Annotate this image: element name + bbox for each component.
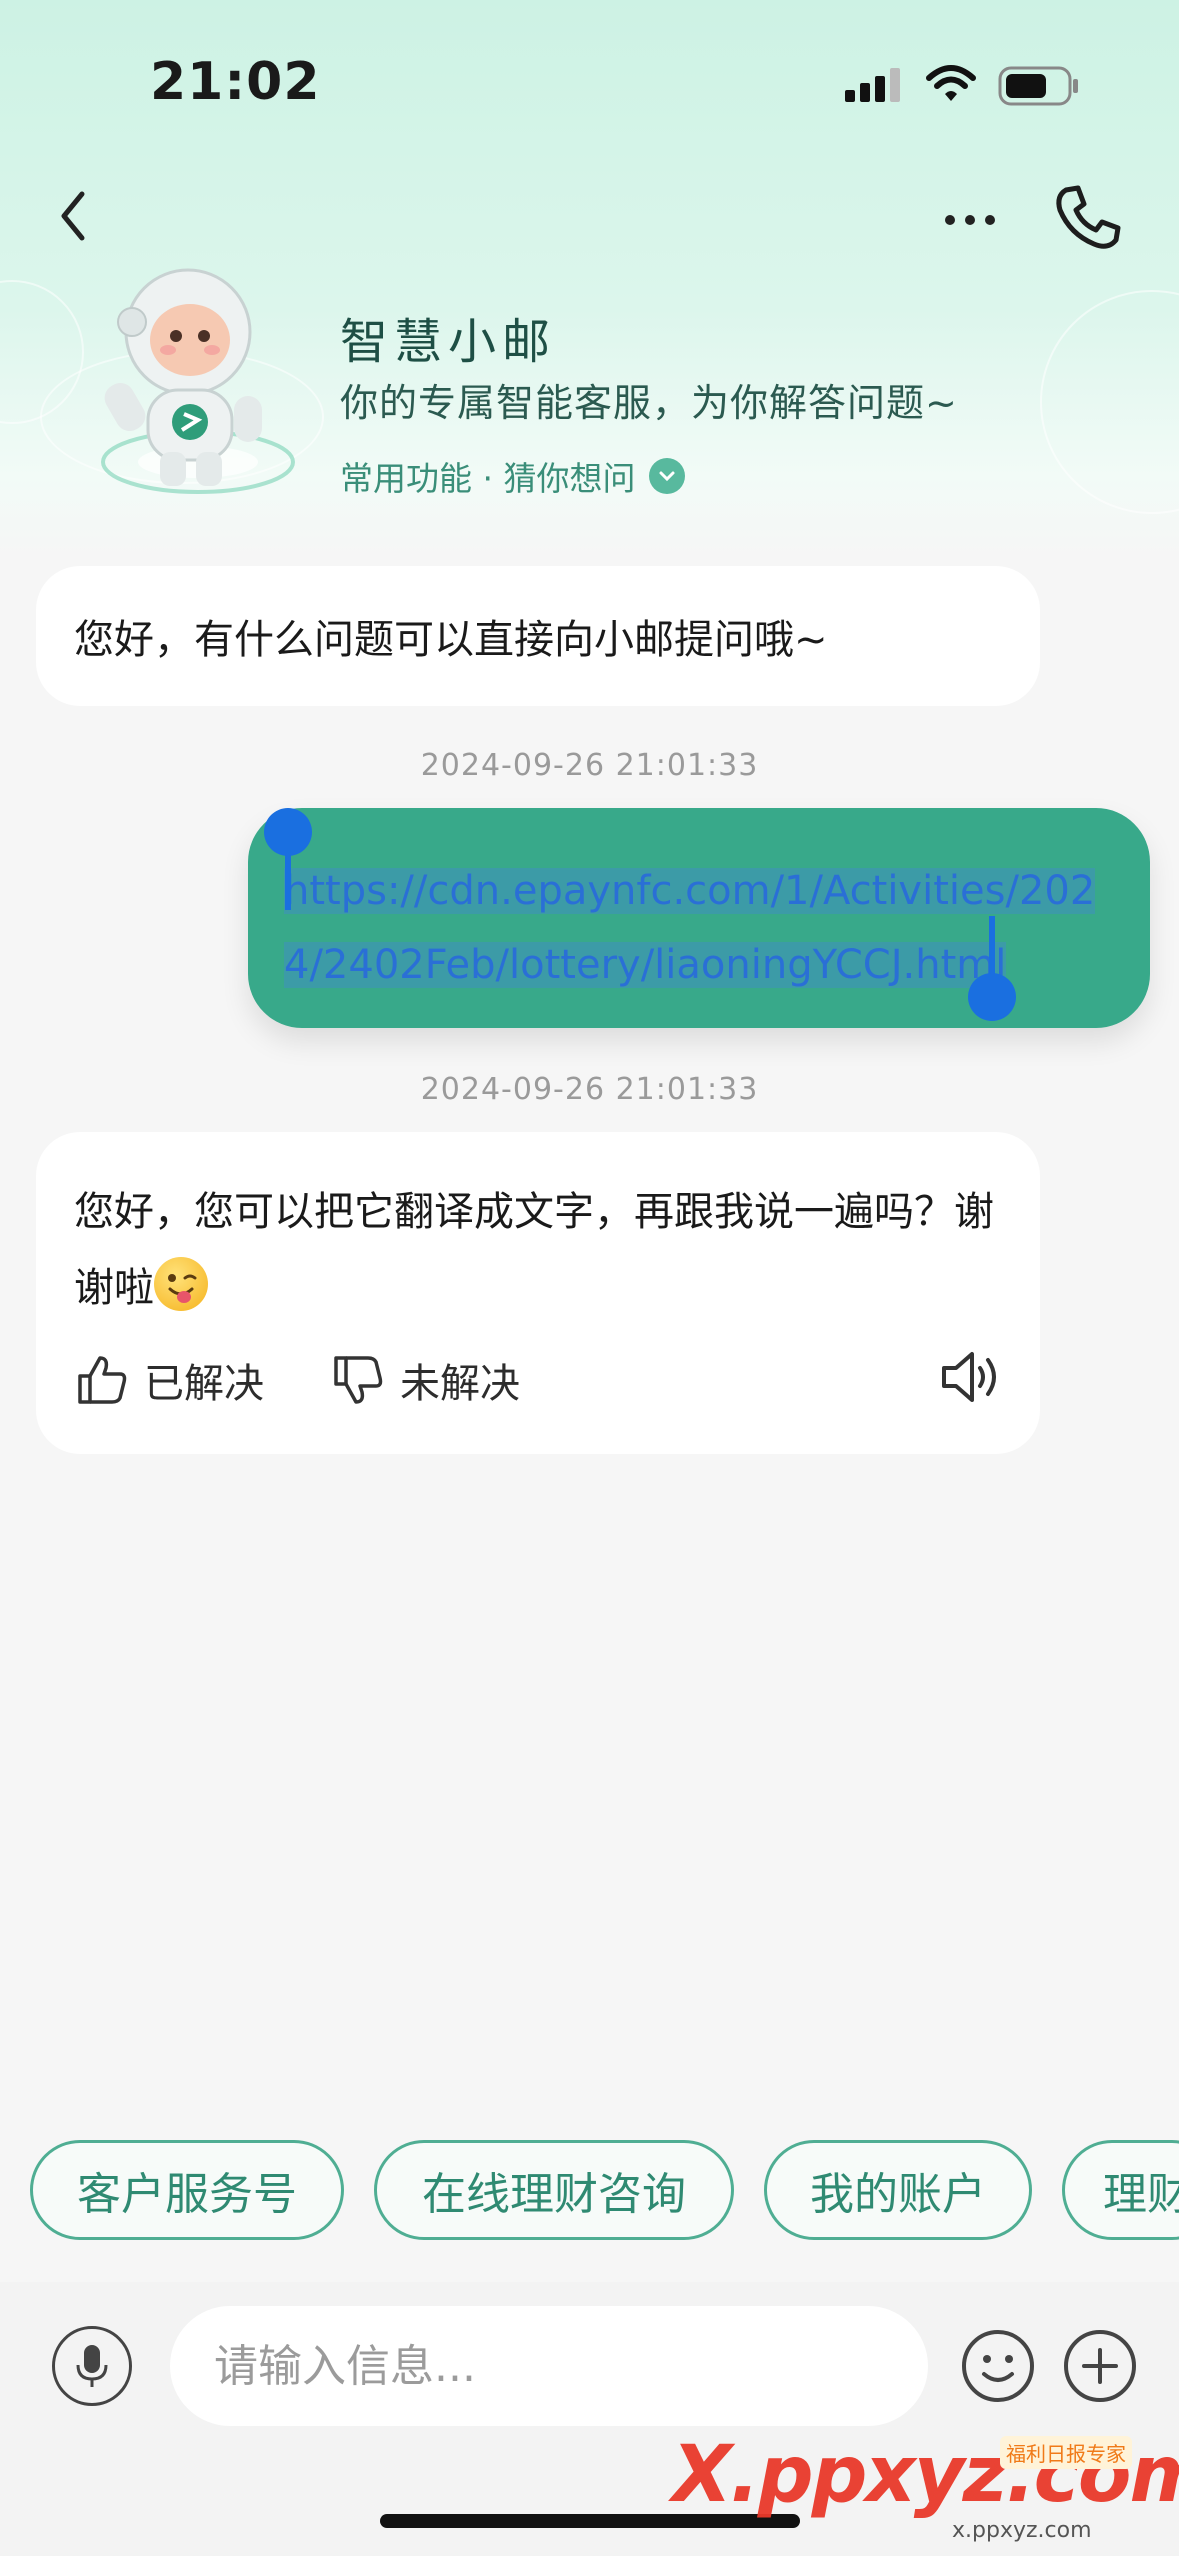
thumbs-down-icon <box>334 1356 383 1404</box>
bot-subtitle: 你的专属智能客服，为你解答问题~ <box>340 381 958 425</box>
phone-icon <box>1056 185 1121 249</box>
more-button[interactable] <box>940 198 1000 238</box>
selection-handle-end[interactable] <box>968 973 1016 1021</box>
back-button[interactable] <box>48 180 98 250</box>
resolved-label: 已解决 <box>144 1361 264 1407</box>
selection-handle-start[interactable] <box>264 808 312 856</box>
quick-chip[interactable]: 理财 <box>1062 2140 1179 2240</box>
message-text: 您好，有什么问题可以直接向小邮提问哦~ <box>74 617 828 663</box>
battery-icon <box>998 66 1080 110</box>
call-button[interactable] <box>1048 178 1128 258</box>
wifi-icon <box>925 64 977 108</box>
quick-chip[interactable]: 我的账户 <box>764 2140 1032 2240</box>
bot-name: 智慧小邮 <box>340 314 557 370</box>
more-options-button[interactable] <box>1060 2326 1140 2406</box>
message-timestamp: 2024-09-26 21:01:33 <box>420 1072 759 1107</box>
smiley-icon <box>962 2330 1034 2402</box>
thumbs-up-icon <box>78 1356 127 1404</box>
quick-functions-toggle[interactable]: 常用功能 · 猜你想问 <box>340 452 686 500</box>
chevron-down-icon <box>649 458 686 494</box>
decor-circle <box>1040 290 1179 514</box>
watermark-tag: 福利日报专家 <box>1000 2436 1132 2469</box>
unresolved-label: 未解决 <box>400 1361 520 1407</box>
quick-chip[interactable]: 客户服务号 <box>30 2140 344 2240</box>
chevron-left-icon <box>61 191 85 241</box>
quick-functions-label: 常用功能 · 猜你想问 <box>340 459 636 498</box>
speaker-icon <box>942 1352 996 1402</box>
quick-chip[interactable]: 在线理财咨询 <box>374 2140 734 2240</box>
microphone-icon <box>76 2345 108 2387</box>
message-timestamp: 2024-09-26 21:01:33 <box>420 748 759 783</box>
plus-icon <box>1064 2330 1136 2402</box>
play-audio-button[interactable] <box>936 1342 1006 1412</box>
reply-text-block: 您好，您可以把它翻译成文字，再跟我说一遍吗？谢谢啦 <box>74 1174 994 1326</box>
watermark-small: x.ppxyz.com <box>952 2518 1092 2543</box>
user-message[interactable]: https://cdn.epaynfc.com/1/Activities/202… <box>248 808 1150 1028</box>
resolved-button[interactable]: 已解决 <box>72 1350 264 1410</box>
message-text: 您好，您可以把它翻译成文字，再跟我说一遍吗？谢谢啦 <box>74 1189 994 1311</box>
mascot-avatar <box>48 262 318 512</box>
message-input[interactable] <box>170 2306 928 2426</box>
winking-tongue-emoji-icon <box>154 1257 208 1311</box>
voice-input-button[interactable] <box>52 2326 132 2406</box>
bot-message-reply: 您好，您可以把它翻译成文字，再跟我说一遍吗？谢谢啦 已解决 未解决 <box>36 1132 1040 1454</box>
cellular-signal-icon <box>845 68 901 106</box>
emoji-button[interactable] <box>958 2326 1038 2406</box>
unresolved-button[interactable]: 未解决 <box>328 1350 520 1410</box>
status-time: 21:02 <box>150 52 321 112</box>
more-dots-icon <box>945 215 995 225</box>
bot-message-welcome: 您好，有什么问题可以直接向小邮提问哦~ <box>36 566 1040 706</box>
